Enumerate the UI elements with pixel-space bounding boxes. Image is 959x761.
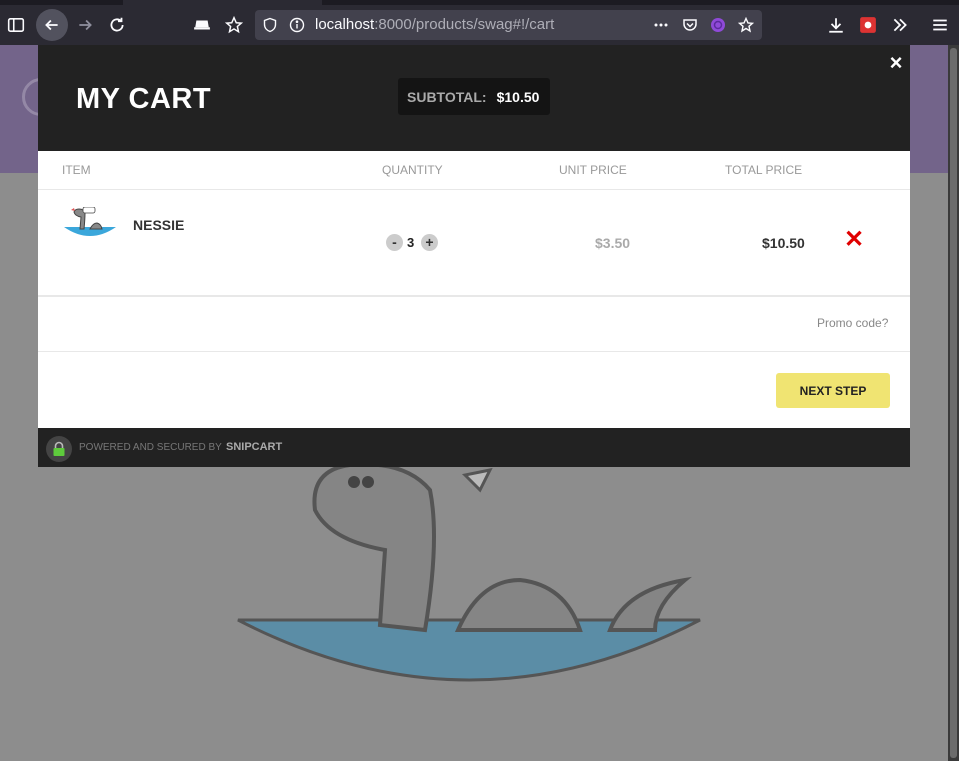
subtotal-box: SUBTOTAL: $10.50	[398, 78, 550, 115]
menu-icon[interactable]	[926, 11, 954, 39]
subtotal-label: SUBTOTAL:	[407, 88, 487, 105]
bookmark-star-icon[interactable]	[220, 11, 248, 39]
overflow-icon[interactable]	[886, 11, 914, 39]
cart-footer: POWERED AND SECURED BY SNIPCART	[38, 428, 910, 467]
item-divider	[38, 295, 910, 297]
url-host: localhost	[315, 16, 375, 33]
pocket-icon[interactable]	[681, 16, 699, 34]
remove-item-button[interactable]: ✕	[844, 228, 864, 252]
unit-price: $3.50	[595, 235, 631, 251]
scrollbar-thumb[interactable]	[950, 48, 957, 758]
powered-by-text: POWERED AND SECURED BY	[79, 442, 222, 453]
download-icon[interactable]	[822, 11, 850, 39]
header-divider	[38, 189, 910, 190]
promo-code-link[interactable]: Promo code?	[817, 316, 888, 330]
forward-icon[interactable]	[71, 11, 99, 39]
extension-icon[interactable]	[709, 16, 727, 34]
nessie-product-image	[237, 462, 701, 682]
more-icon[interactable]	[652, 16, 670, 34]
cart-header: MY CART SUBTOTAL: $10.50 ×	[38, 45, 910, 151]
close-button[interactable]: ×	[888, 52, 904, 74]
pocket-list-icon[interactable]	[188, 11, 216, 39]
subtotal-value: $10.50	[496, 88, 540, 105]
item-name: NESSIE	[133, 217, 185, 233]
sidebar-icon[interactable]	[2, 11, 30, 39]
decrement-button[interactable]: -	[386, 234, 403, 251]
addon-icon[interactable]	[854, 11, 882, 39]
lock-icon	[46, 436, 72, 462]
snipcart-brand[interactable]: SNIPCART	[226, 441, 282, 453]
item-thumbnail	[64, 207, 116, 236]
increment-button[interactable]: +	[421, 234, 438, 251]
column-header-item: ITEM	[62, 163, 91, 177]
column-header-total-price: TOTAL PRICE	[725, 163, 803, 177]
column-header-unit-price: UNIT PRICE	[559, 163, 627, 177]
info-icon[interactable]	[288, 16, 306, 34]
promo-divider	[38, 351, 910, 352]
next-step-button[interactable]: NEXT STEP	[776, 373, 890, 408]
url-bar[interactable]: localhost:8000/products/swag#!/cart	[255, 10, 762, 40]
shield-icon[interactable]	[261, 16, 279, 34]
url-path: :8000/products/swag#!/cart	[374, 16, 555, 33]
cart-modal: MY CART SUBTOTAL: $10.50 × ITEM QUANTITY…	[38, 45, 910, 467]
total-price: $10.50	[762, 235, 805, 251]
back-icon[interactable]	[36, 9, 68, 41]
cart-title: MY CART	[76, 83, 212, 115]
reload-icon[interactable]	[103, 11, 131, 39]
quantity-value: 3	[407, 235, 415, 250]
star-icon[interactable]	[737, 16, 755, 34]
column-header-quantity: QUANTITY	[382, 163, 443, 177]
url-text[interactable]: localhost:8000/products/swag#!/cart	[315, 16, 554, 33]
browser-toolbar: localhost:8000/products/swag#!/cart	[0, 5, 959, 45]
